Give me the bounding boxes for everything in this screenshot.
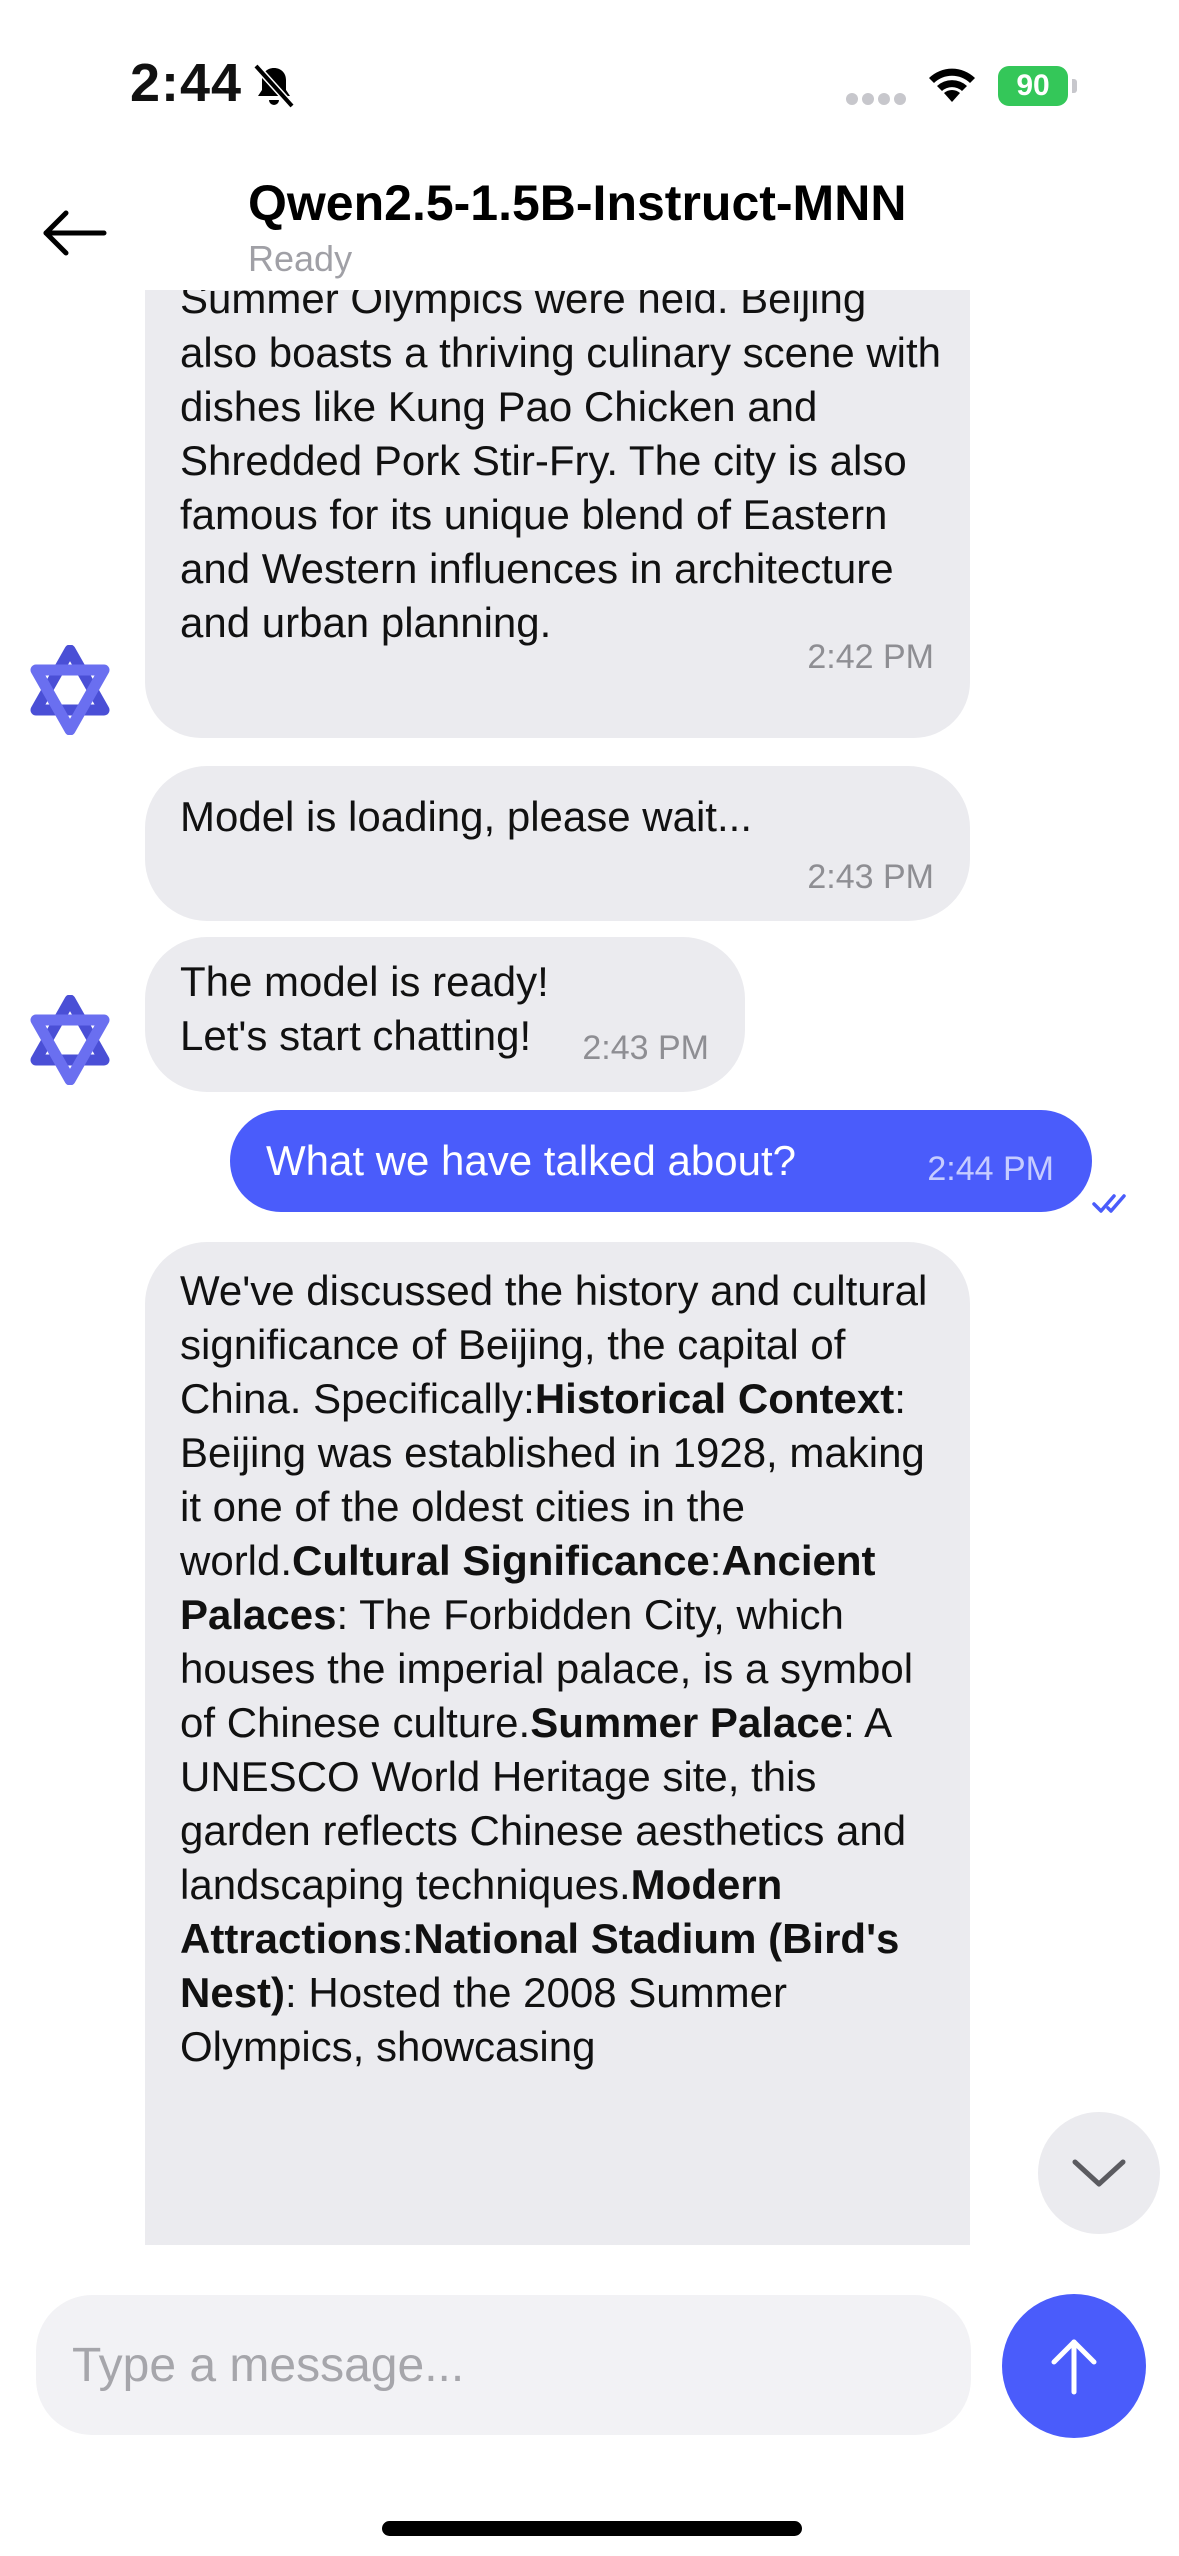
message-time: 2:44 PM	[927, 1150, 1054, 1188]
battery-indicator: 90	[998, 66, 1078, 106]
chevron-down-icon	[1072, 2159, 1126, 2187]
bold-text-run: Cultural Significance	[292, 1537, 710, 1584]
text-run: The model is ready! Let's start chatting…	[180, 958, 549, 1059]
bot-message: The model is ready! Let's start chatting…	[145, 937, 745, 1092]
message-time: 2:43 PM	[582, 1029, 709, 1067]
text-run: Summer Olympics were held. Beijing also …	[180, 290, 942, 646]
user-message: What we have talked about? 2:44 PM	[230, 1110, 1092, 1212]
message-text: The model is ready! Let's start chatting…	[180, 955, 580, 1063]
message-text: Summer Olympics were held. Beijing also …	[180, 290, 950, 650]
bold-text-run: Summer Palace	[530, 1699, 844, 1746]
status-time: 2:44	[130, 53, 243, 113]
message-time: 2:42 PM	[807, 638, 934, 676]
message-time: 2:43 PM	[807, 858, 934, 896]
chat-message-list[interactable]: Summer Olympics were held. Beijing also …	[0, 290, 1179, 2245]
send-button[interactable]	[1002, 2294, 1146, 2438]
bell-slash-icon	[253, 63, 295, 109]
bold-text-run: Historical Context	[534, 1375, 895, 1422]
wifi-icon	[929, 68, 975, 102]
scroll-down-button[interactable]	[1038, 2112, 1160, 2234]
home-indicator	[382, 2521, 802, 2536]
qwen-logo-icon	[30, 645, 110, 735]
battery-level: 90	[998, 66, 1068, 106]
message-input[interactable]	[36, 2295, 971, 2435]
chat-header: Qwen2.5-1.5B-Instruct-MNN Ready	[0, 160, 1179, 290]
model-status: Ready	[248, 238, 353, 279]
back-button[interactable]	[30, 188, 120, 278]
bot-message: Model is loading, please wait... 2:43 PM	[145, 766, 970, 921]
message-text: We've discussed the history and cultural…	[180, 1264, 955, 2074]
text-run: :	[709, 1537, 722, 1584]
text-run: Model is loading, please wait...	[180, 793, 752, 840]
bot-message: Summer Olympics were held. Beijing also …	[145, 290, 970, 738]
cellular-signal-icon	[846, 93, 906, 105]
double-check-icon	[1092, 1194, 1126, 1213]
battery-tip	[1072, 79, 1077, 93]
model-title: Qwen2.5-1.5B-Instruct-MNN	[248, 175, 907, 231]
message-text: Model is loading, please wait...	[180, 790, 752, 844]
qwen-logo-icon	[30, 995, 110, 1085]
input-bar	[0, 2245, 1179, 2556]
text-run: What we have talked about?	[266, 1137, 797, 1184]
text-run: :	[401, 1915, 414, 1962]
status-bar: 2:44 90	[0, 0, 1179, 150]
arrow-up-icon	[1051, 2339, 1097, 2395]
arrow-left-icon	[43, 210, 107, 256]
message-text: What we have talked about?	[266, 1134, 796, 1188]
bot-message: We've discussed the history and cultural…	[145, 1242, 970, 2245]
